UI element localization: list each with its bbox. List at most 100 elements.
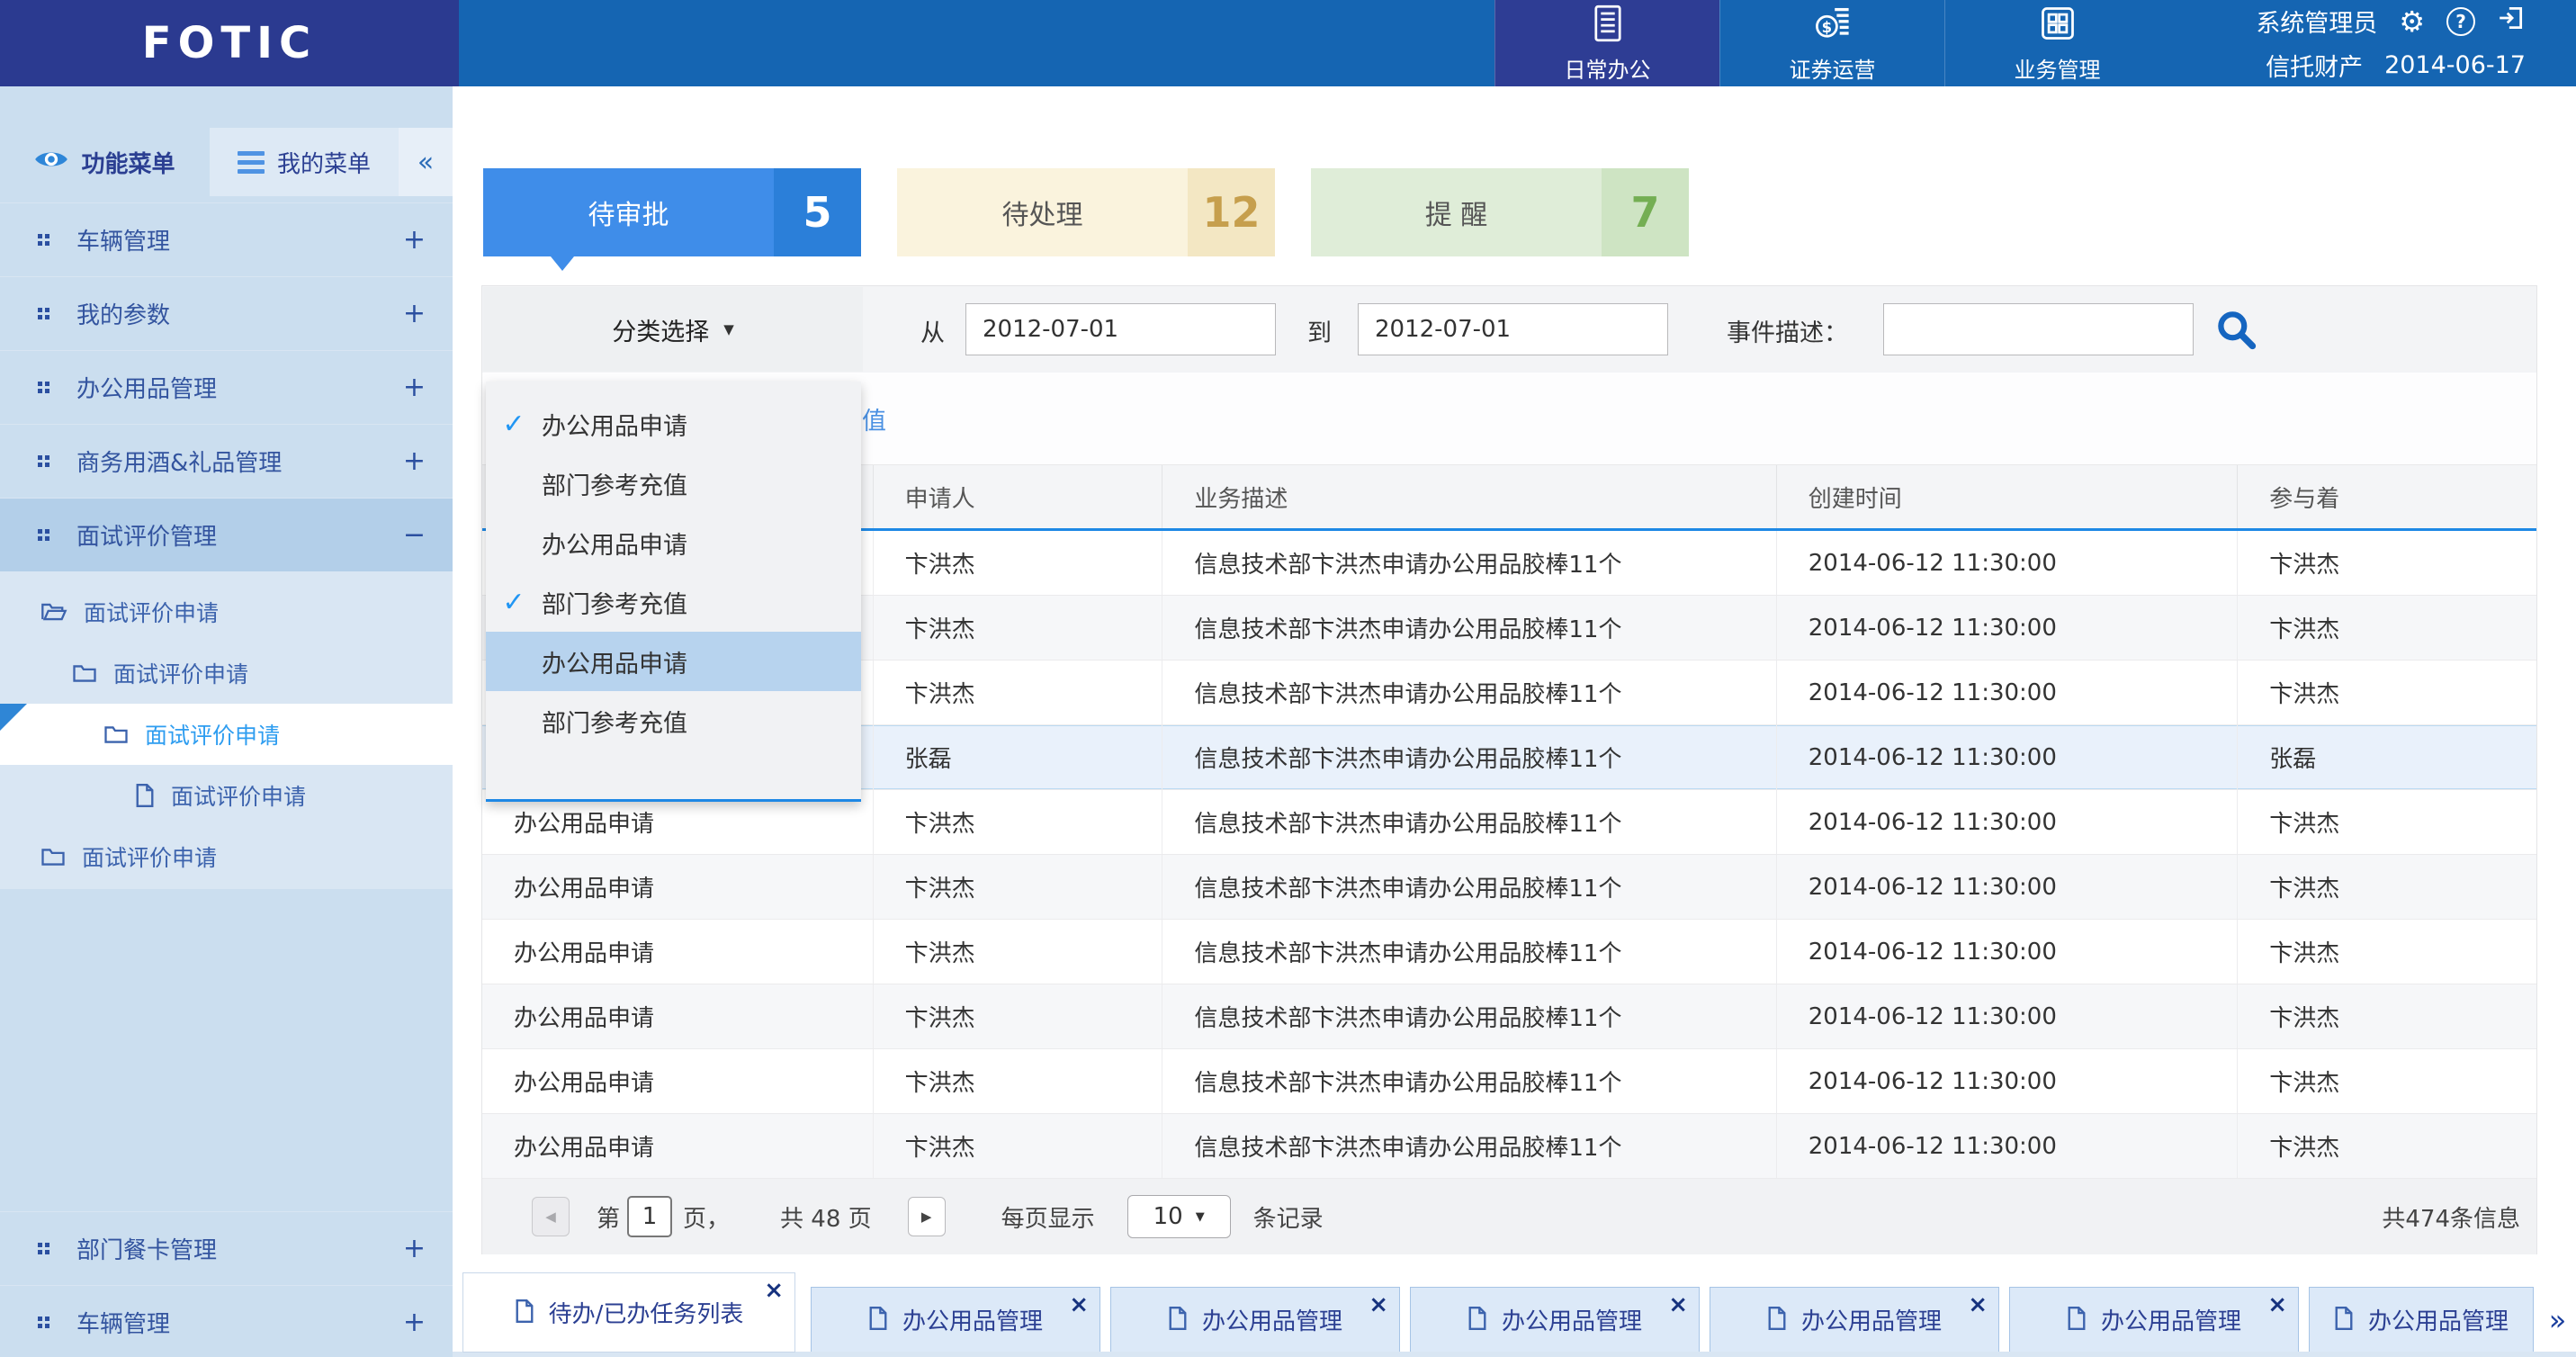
sidebar-item[interactable]: 部门餐卡管理+ <box>0 1211 453 1285</box>
expand-plus-icon: + <box>403 224 426 256</box>
dropdown-item[interactable]: 办公用品申请 <box>486 632 861 691</box>
folder-icon <box>72 663 97 684</box>
nav-label: 业务管理 <box>2015 52 2101 84</box>
tree-item-label: 面试评价申请 <box>145 718 280 750</box>
dropdown-item[interactable]: 部门参考充值 <box>486 454 861 513</box>
table-cell: 信息技术部卞洪杰申请办公用品胶棒11个 <box>1162 531 1776 595</box>
dropdown-item[interactable]: ✓办公用品申请 <box>486 394 861 454</box>
per-page-select[interactable]: 10 ▼ <box>1127 1195 1231 1238</box>
tab-function-menu[interactable]: 功能菜单 <box>0 128 210 196</box>
table-cell: 卞洪杰 <box>874 790 1163 854</box>
logout-icon[interactable] <box>2497 4 2526 39</box>
sidebar-item[interactable]: 办公用品管理+ <box>0 350 453 424</box>
table-cell: 张磊 <box>2238 725 2536 789</box>
sidebar-item[interactable]: 车辆管理 + <box>0 202 453 276</box>
close-icon[interactable]: × <box>2267 1293 2287 1317</box>
sidebar-item[interactable]: 车辆管理+ <box>0 1285 453 1357</box>
partial-link[interactable]: 值 <box>862 401 886 436</box>
table-row[interactable]: 办公用品申请卞洪杰信息技术部卞洪杰申请办公用品胶棒11个2014-06-12 1… <box>482 855 2536 920</box>
document-lines-icon <box>1588 4 1628 47</box>
card-reminder[interactable]: 提 醒 7 <box>1311 168 1689 256</box>
tab-office-supplies[interactable]: 办公用品管理× <box>1410 1287 1700 1353</box>
table-cell: 卞洪杰 <box>2238 1049 2536 1113</box>
total-pages: 共 48 页 <box>780 1200 872 1234</box>
next-page-button[interactable]: ▶ <box>908 1197 946 1236</box>
grid-dots-icon <box>38 234 49 246</box>
dropdown-item[interactable]: 部门参考充值 <box>486 691 861 750</box>
nav-item-securities[interactable]: $ 证券运营 <box>1719 0 1944 86</box>
nav-label: 证券运营 <box>1790 52 1876 84</box>
file-icon <box>135 784 155 807</box>
nav-item-business[interactable]: 业务管理 <box>1944 0 2169 86</box>
nav-label: 日常办公 <box>1565 52 1651 84</box>
tab-office-supplies[interactable]: 办公用品管理 <box>2309 1287 2534 1353</box>
table-cell: 信息技术部卞洪杰申请办公用品胶棒11个 <box>1162 855 1776 919</box>
sidebar-item[interactable]: 面试评价管理− <box>0 498 453 571</box>
tree-item[interactable]: 面试评价申请 <box>0 643 453 704</box>
dropdown-item-label: 办公用品申请 <box>542 644 687 679</box>
table-cell: 卞洪杰 <box>874 661 1163 724</box>
from-date-input[interactable] <box>965 303 1276 355</box>
table-cell: 2014-06-12 11:30:00 <box>1777 596 2239 660</box>
close-icon[interactable]: × <box>1668 1293 1688 1317</box>
tab-label: 我的菜单 <box>277 146 371 179</box>
tab-task-list[interactable]: 待办/已办任务列表× <box>462 1272 795 1353</box>
description-label: 事件描述： <box>1727 313 1848 348</box>
close-icon[interactable]: × <box>1369 1293 1388 1317</box>
folder-icon <box>40 847 66 867</box>
tab-overflow-button[interactable]: » <box>2539 1287 2576 1353</box>
tab-label: 办公用品管理 <box>2368 1303 2509 1336</box>
close-icon[interactable]: × <box>1968 1293 1988 1317</box>
tree-item[interactable]: 面试评价申请 <box>0 704 453 765</box>
nav-item-daily-office[interactable]: 日常办公 <box>1494 0 1719 86</box>
table-row[interactable]: 办公用品申请卞洪杰信息技术部卞洪杰申请办公用品胶棒11个2014-06-12 1… <box>482 920 2536 984</box>
table-row[interactable]: 办公用品申请卞洪杰信息技术部卞洪杰申请办公用品胶棒11个2014-06-12 1… <box>482 1049 2536 1114</box>
card-count: 5 <box>774 168 861 256</box>
sidebar-collapse-button[interactable]: « <box>399 128 453 196</box>
tab-office-supplies[interactable]: 办公用品管理× <box>1710 1287 1999 1353</box>
description-input[interactable] <box>1883 303 2194 355</box>
dropdown-item[interactable]: 办公用品申请 <box>486 513 861 572</box>
page-number-input[interactable] <box>627 1196 672 1237</box>
document-icon <box>1168 1307 1188 1334</box>
help-icon[interactable]: ? <box>2446 7 2475 36</box>
tab-label: 办公用品管理 <box>902 1303 1043 1336</box>
sidebar-item-label: 我的参数 <box>76 297 170 330</box>
table-cell: 卞洪杰 <box>874 1114 1163 1178</box>
column-header: 申请人 <box>874 465 1163 528</box>
table-row[interactable]: 办公用品申请卞洪杰信息技术部卞洪杰申请办公用品胶棒11个2014-06-12 1… <box>482 984 2536 1049</box>
sidebar-item[interactable]: 商务用酒&礼品管理+ <box>0 424 453 498</box>
prev-page-button[interactable]: ◀ <box>532 1197 570 1236</box>
table-cell: 卞洪杰 <box>874 855 1163 919</box>
active-wedge-marker <box>0 704 27 731</box>
close-icon[interactable]: × <box>764 1279 784 1302</box>
grid-dots-icon <box>38 1317 49 1328</box>
close-icon[interactable]: × <box>1069 1293 1089 1317</box>
gear-icon[interactable]: ⚙ <box>2399 7 2425 36</box>
dropdown-item[interactable]: ✓部门参考充值 <box>486 572 861 632</box>
category-select[interactable]: 分类选择 ▼ <box>483 287 863 372</box>
to-date-input[interactable] <box>1358 303 1668 355</box>
table-row[interactable]: 办公用品申请卞洪杰信息技术部卞洪杰申请办公用品胶棒11个2014-06-12 1… <box>482 1114 2536 1179</box>
card-pending-process[interactable]: 待处理 12 <box>897 168 1275 256</box>
expand-plus-icon: + <box>403 372 426 403</box>
table-cell: 卞洪杰 <box>2238 790 2536 854</box>
tree-item[interactable]: 面试评价申请 <box>0 765 453 826</box>
card-count: 12 <box>1188 168 1275 256</box>
table-cell: 2014-06-12 11:30:00 <box>1777 984 2239 1048</box>
search-icon[interactable] <box>2214 308 2257 351</box>
sidebar-item-label: 车辆管理 <box>76 223 170 256</box>
sidebar-item[interactable]: 我的参数+ <box>0 276 453 350</box>
brand-logo: FOTIC <box>142 18 317 68</box>
tab-office-supplies[interactable]: 办公用品管理 × <box>1110 1287 1400 1353</box>
document-icon <box>1468 1307 1487 1334</box>
tab-office-supplies[interactable]: 办公用品管理× <box>2009 1287 2299 1353</box>
tab-label: 办公用品管理 <box>1202 1303 1342 1336</box>
card-pending-approval[interactable]: 待审批 5 <box>483 168 861 256</box>
table-cell: 2014-06-12 11:30:00 <box>1777 1049 2239 1113</box>
tree-item[interactable]: 面试评价申请 <box>0 581 453 643</box>
tree-item[interactable]: 面试评价申请 <box>0 826 453 887</box>
table-cell: 2014-06-12 11:30:00 <box>1777 1114 2239 1178</box>
tab-office-supplies[interactable]: 办公用品管理 × <box>811 1287 1100 1353</box>
tab-my-menu[interactable]: 我的菜单 <box>210 128 399 196</box>
